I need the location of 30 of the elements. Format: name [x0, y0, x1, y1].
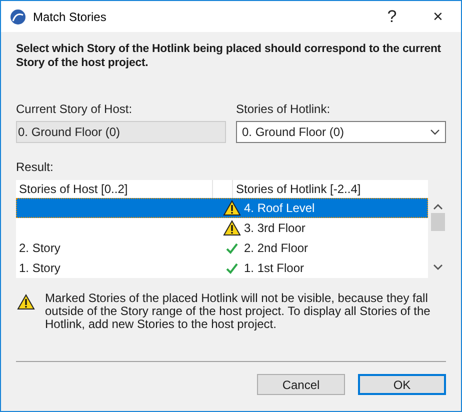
- result-label: Result:: [16, 160, 54, 174]
- close-button[interactable]: ×: [415, 1, 461, 32]
- warning-icon: [17, 294, 35, 310]
- ok-button[interactable]: OK: [358, 374, 446, 395]
- field-label: Stories of Hotlink:: [236, 102, 332, 116]
- chevron-down-icon[interactable]: [433, 264, 443, 270]
- field-label: Current Story of Host:: [16, 102, 134, 116]
- table-cell-text: 2. 2nd Floor: [243, 241, 310, 255]
- help-button[interactable]: ?: [369, 1, 415, 32]
- scrollbar-thumb[interactable]: [431, 213, 445, 231]
- chevron-up-icon[interactable]: [433, 204, 443, 210]
- table-cell-text: 1. 1st Floor: [243, 261, 306, 275]
- warning-icon: [223, 220, 241, 236]
- warning-icon: [223, 200, 241, 216]
- check-icon: [226, 262, 238, 274]
- instruction-text: Select which Story of the Hotlink being placed should correspond to the current Story of the host project.: [16, 42, 442, 71]
- window-title: Match Stories: [33, 10, 108, 24]
- table-cell-text: 4. Roof Level: [243, 201, 316, 215]
- table-cell-text: 3. 3rd Floor: [243, 221, 306, 235]
- current-story-field: 0. Ground Floor (0): [16, 121, 226, 143]
- warning-text: Marked Stories of the placed Hotlink will not be visible, because they fall outside of the Story range of the host project. To display all Stories of the Hotlink, add new Stories to the host project.: [45, 292, 432, 331]
- check-icon: [226, 242, 238, 254]
- column-header[interactable]: Stories of Hotlink [-2..4]: [233, 180, 428, 198]
- list-row[interactable]: 4. Roof Level: [16, 198, 428, 218]
- chevron-down-icon: [430, 129, 440, 135]
- table-cell-text: 2. Story: [18, 241, 62, 255]
- table-cell-text: 1. Story: [18, 261, 62, 275]
- stories-dropdown[interactable]: 0. Ground Floor (0): [236, 121, 446, 143]
- cancel-button[interactable]: Cancel: [257, 374, 345, 395]
- app-icon: [10, 8, 26, 24]
